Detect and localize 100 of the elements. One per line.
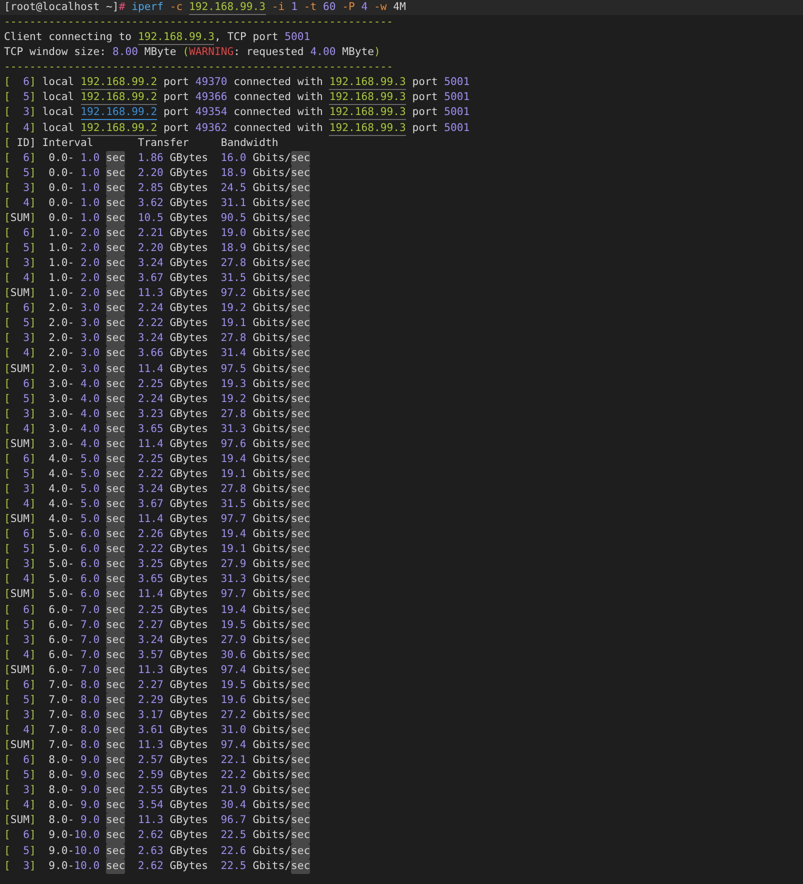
result-row: [ 3] 6.0- 7.0 sec 3.24 GBytes 27.9 Gbits/sec xyxy=(4,632,310,648)
number-text: 49362 xyxy=(195,120,228,136)
number-text: 4 xyxy=(360,0,368,15)
result-row: [ 3] 3.0- 4.0 sec 3.23 GBytes 27.8 Gbits/sec xyxy=(4,406,310,422)
output-text: port xyxy=(163,90,189,106)
prompt-symbol: # xyxy=(118,0,126,15)
output-text: , TCP port xyxy=(214,30,280,46)
result-row: [ 6] 7.0- 8.0 sec 2.27 GBytes 19.5 Gbits/sec xyxy=(4,678,310,693)
result-row: [SUM] 8.0- 9.0 sec 11.3 GBytes 96.7 Gbits/sec xyxy=(4,813,310,828)
prompt-text: [root@localhost ~] xyxy=(4,0,119,15)
output-text: port xyxy=(412,90,438,106)
number-text: 49370 xyxy=(195,75,228,90)
ip-link[interactable]: 192.168.99.3 xyxy=(138,31,214,46)
result-row: [ 4] 0.0- 1.0 sec 3.62 GBytes 31.1 Gbits/sec xyxy=(4,196,310,211)
result-row: [SUM] 6.0- 7.0 sec 11.3 GBytes 97.4 Gbits/sec xyxy=(4,662,310,678)
result-row: [ 6] 9.0-10.0 sec 2.62 GBytes 22.5 Gbits/sec xyxy=(4,828,310,844)
number-text: 8.00 xyxy=(112,45,138,60)
ip-link[interactable]: 192.168.99.2 xyxy=(80,91,158,106)
option-text: -t xyxy=(302,0,317,15)
ip-link[interactable]: 192.168.99.3 xyxy=(189,1,266,15)
result-row: [ 4] 8.0- 9.0 sec 3.54 GBytes 30.4 Gbits/sec xyxy=(4,798,310,814)
result-row: [ 6] 1.0- 2.0 sec 2.21 GBytes 19.0 Gbits/sec xyxy=(4,226,310,241)
ip-link[interactable]: 192.168.99.2 xyxy=(80,122,158,136)
ip-link[interactable]: 192.168.99.3 xyxy=(329,106,406,120)
ip-link[interactable]: 192.168.99.3 xyxy=(329,76,406,90)
result-row: [ 6] 6.0- 7.0 sec 2.25 GBytes 19.4 Gbits/sec xyxy=(4,602,310,618)
option-text: -i xyxy=(270,0,285,15)
output-text: port xyxy=(412,105,438,120)
result-row: [ 3] 1.0- 2.0 sec 3.24 GBytes 27.8 Gbits/sec xyxy=(4,256,310,272)
column-header: Bandwidth xyxy=(220,136,278,151)
result-row: [ 6] 4.0- 5.0 sec 2.25 GBytes 19.4 Gbits/sec xyxy=(4,452,310,467)
output-text: connected with xyxy=(234,105,323,120)
column-header: Transfer xyxy=(138,136,190,151)
stream-id: [ 4] xyxy=(4,120,36,136)
result-row: [ 3] 0.0- 1.0 sec 2.85 GBytes 24.5 Gbits/sec xyxy=(4,180,310,196)
result-row: [SUM] 0.0- 1.0 sec 10.5 GBytes 90.5 Gbits/sec xyxy=(4,210,310,226)
output-text: port xyxy=(163,105,189,120)
warning-text: WARNING xyxy=(189,45,234,60)
result-row: [ 5] 6.0- 7.0 sec 2.27 GBytes 19.5 Gbits/sec xyxy=(4,618,310,633)
output-text: MByte xyxy=(143,45,178,60)
output-text: connected with xyxy=(234,75,323,90)
result-row: [SUM] 5.0- 6.0 sec 11.4 GBytes 97.7 Gbits/sec xyxy=(4,587,310,602)
result-row: [ 3] 9.0-10.0 sec 2.62 GBytes 22.5 Gbits/sec xyxy=(4,858,310,874)
result-row: [ 5] 5.0- 6.0 sec 2.22 GBytes 19.1 Gbits/sec xyxy=(4,542,310,558)
ip-link[interactable]: 192.168.99.2 xyxy=(80,76,158,90)
separator-line: ------------------------------------------------------------- xyxy=(4,15,394,30)
output-text: local xyxy=(42,120,74,136)
result-row: [ 5] 1.0- 2.0 sec 2.20 GBytes 18.9 Gbits/sec xyxy=(4,241,310,256)
result-row: [ 6] 0.0- 1.0 sec 1.86 GBytes 16.0 Gbits/sec xyxy=(4,150,310,166)
command-name: iperf xyxy=(130,0,164,15)
result-row: [ 5] 8.0- 9.0 sec 2.59 GBytes 22.2 Gbits/sec xyxy=(4,768,310,784)
result-row: [ 4] 1.0- 2.0 sec 3.67 GBytes 31.5 Gbits/sec xyxy=(4,271,310,286)
result-row: [ 3] 2.0- 3.0 sec 3.24 GBytes 27.8 Gbits/sec xyxy=(4,331,310,346)
result-row: [ 5] 3.0- 4.0 sec 2.24 GBytes 19.2 Gbits/sec xyxy=(4,392,310,407)
output-text: local xyxy=(42,75,74,90)
number-text: 5001 xyxy=(444,105,470,120)
column-header: Interval xyxy=(42,136,94,151)
result-row: [ 4] 4.0- 5.0 sec 3.67 GBytes 31.5 Gbits/sec xyxy=(4,497,310,512)
number-text: 1 xyxy=(290,0,298,15)
number-text: 49366 xyxy=(195,90,228,106)
number-text: 5001 xyxy=(444,75,470,90)
stream-id: [ 6] xyxy=(4,75,36,90)
output-text: port xyxy=(163,75,189,90)
output-text: connected with xyxy=(234,120,323,136)
result-row: [ 4] 7.0- 8.0 sec 3.61 GBytes 31.0 Gbits/sec xyxy=(4,723,310,738)
paren-text: ( xyxy=(182,45,189,60)
number-text: 49354 xyxy=(195,105,228,120)
output-text: port xyxy=(412,120,438,136)
result-row: [ 5] 0.0- 1.0 sec 2.20 GBytes 18.9 Gbits/sec xyxy=(4,166,310,181)
ip-link[interactable]: 192.168.99.3 xyxy=(329,91,406,106)
result-row: [ 6] 3.0- 4.0 sec 2.25 GBytes 19.3 Gbits/sec xyxy=(4,376,310,392)
result-row: [ 5] 9.0-10.0 sec 2.63 GBytes 22.6 Gbits/sec xyxy=(4,844,310,859)
number-text: 4.00 xyxy=(310,45,336,60)
result-row: [ 4] 3.0- 4.0 sec 3.65 GBytes 31.3 Gbits/sec xyxy=(4,422,310,437)
output-text: Client connecting to xyxy=(4,30,133,46)
result-row: [ 5] 4.0- 5.0 sec 2.22 GBytes 19.1 Gbits/sec xyxy=(4,466,310,482)
output-text: port xyxy=(163,120,189,136)
ip-link[interactable]: 192.168.99.2 xyxy=(80,106,158,120)
separator-line: ------------------------------------------------------------- xyxy=(4,60,394,76)
result-row: [ 4] 5.0- 6.0 sec 3.65 GBytes 31.3 Gbits/sec xyxy=(4,572,310,588)
column-header: [ ID] xyxy=(4,136,36,151)
output-text: port xyxy=(412,75,438,90)
option-text: -c xyxy=(168,0,184,15)
ip-link[interactable]: 192.168.99.3 xyxy=(329,122,406,136)
result-row: [ 4] 6.0- 7.0 sec 3.57 GBytes 30.6 Gbits/sec xyxy=(4,648,310,663)
output-text: local xyxy=(42,105,74,120)
stream-id: [ 5] xyxy=(4,90,36,106)
output-text: TCP window size: xyxy=(4,45,108,60)
result-row: [ 5] 2.0- 3.0 sec 2.22 GBytes 19.1 Gbits/sec xyxy=(4,316,310,332)
output-text: connected with xyxy=(234,90,323,106)
option-text: -P xyxy=(341,0,355,15)
number-text: 60 xyxy=(322,0,336,15)
result-row: [ 4] 2.0- 3.0 sec 3.66 GBytes 31.4 Gbits/sec xyxy=(4,346,310,362)
output-text: : requested xyxy=(234,45,305,60)
output-text: 4M xyxy=(392,0,406,15)
result-row: [SUM] 3.0- 4.0 sec 11.4 GBytes 97.6 Gbits/sec xyxy=(4,436,310,452)
result-row: [SUM] 4.0- 5.0 sec 11.4 GBytes 97.7 Gbits/sec xyxy=(4,512,310,528)
number-text: 5001 xyxy=(444,120,470,136)
paren-text: ) xyxy=(374,45,380,60)
result-row: [ 3] 4.0- 5.0 sec 3.24 GBytes 27.8 Gbits/sec xyxy=(4,482,310,498)
